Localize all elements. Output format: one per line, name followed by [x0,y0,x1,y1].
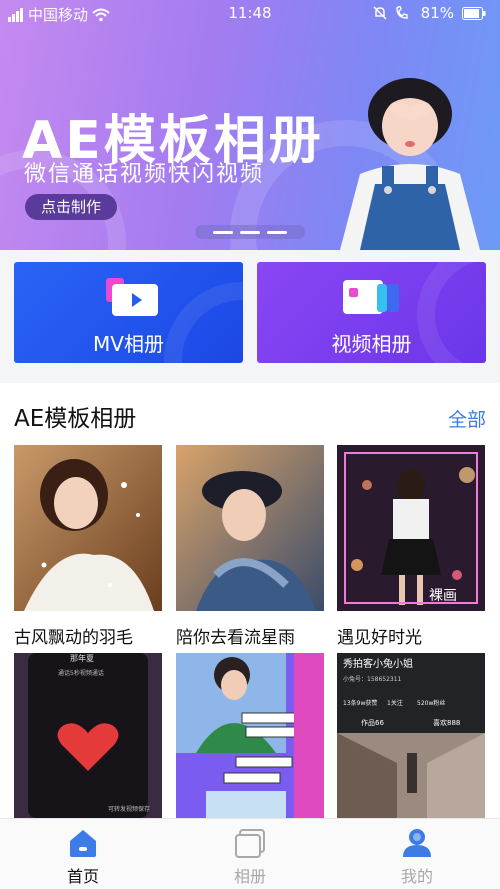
video-album-icon [343,280,399,314]
template-card[interactable] [14,445,162,611]
preview-stat: 520w粉丝 [417,699,445,707]
preview-end: 可转发视频保存 [108,805,150,813]
carousel-dot [213,230,233,234]
preview-name: 秀拍客小兔小姐 [343,657,413,670]
video-album-button[interactable]: 视频相册 [257,262,486,363]
tab-profile-label: 我的 [400,867,433,886]
battery-icon [462,6,486,20]
bottom-tab-bar: 首页 相册 我的 [0,818,500,889]
mv-album-label: MV相册 [93,332,164,356]
carousel-indicator[interactable] [195,225,305,239]
tab-profile[interactable]: 我的 [362,819,472,889]
preview-id: 小兔号：158652311 [343,675,402,683]
status-bar: 中国移动 11:48 81% [0,0,500,28]
preview-line: 通话5秒视频通话 [58,669,104,677]
banner-carousel[interactable]: AE模板相册 微信通话视频快闪视频 点击制作 [0,0,500,250]
card-overlay-text: 裸画 [429,588,457,604]
tab-home[interactable]: 首页 [28,819,138,889]
template-thumbnail: 裸画 [337,445,485,611]
template-card[interactable]: 裸画 [337,445,485,611]
battery-percent: 81% [420,4,454,22]
template-thumbnail [176,653,324,818]
template-caption: 陪你去看流星雨 [176,628,295,648]
template-thumbnail [14,445,162,611]
volte-call-icon [395,6,408,19]
carousel-dot [240,230,260,234]
template-card[interactable]: 那年夏 通话5秒视频通话 可转发视频保存 [14,653,162,818]
mv-album-button[interactable]: MV相册 [14,262,243,363]
tab-home-label: 首页 [66,867,99,886]
home-icon [70,830,96,857]
preview-stat: 13条9w获赞 [343,699,377,707]
preview-name: 那年夏 [70,653,94,663]
profile-icon [403,829,431,857]
template-thumbnail [176,445,324,611]
banner-subtitle: 微信通话视频快闪视频 [24,162,265,187]
preview-tab: 作品66 [361,718,384,727]
template-card[interactable] [176,653,324,818]
mv-album-icon [106,278,158,316]
view-all-link[interactable]: 全部 [448,405,486,432]
carousel-dot [267,230,287,234]
template-caption: 古风飘动的羽毛 [14,628,133,648]
template-thumbnail: 秀拍客小兔小姐 小兔号：158652311 13条9w获赞 1关注 520w粉丝… [337,653,485,818]
section-title: AE模板相册 [14,406,137,432]
preview-tab: 喜欢888 [433,718,460,727]
banner-make-button[interactable]: 点击制作 [25,194,117,220]
template-caption: 遇见好时光 [337,628,422,648]
banner-girl-image [340,78,480,250]
preview-stat: 1关注 [387,699,403,707]
album-icon [235,829,265,858]
tab-album-label: 相册 [233,867,266,886]
template-thumbnail: 那年夏 通话5秒视频通话 可转发视频保存 [14,653,162,818]
template-card[interactable] [176,445,324,611]
template-card[interactable]: 秀拍客小兔小姐 小兔号：158652311 13条9w获赞 1关注 520w粉丝… [337,653,485,818]
template-section: AE模板相册 全部 古风飘动的羽毛 陪你去看流星雨 裸画 遇见好时光 那年夏 通… [0,383,500,818]
mute-bell-icon [373,6,387,20]
tab-album[interactable]: 相册 [195,819,305,889]
video-album-label: 视频相册 [331,332,412,356]
